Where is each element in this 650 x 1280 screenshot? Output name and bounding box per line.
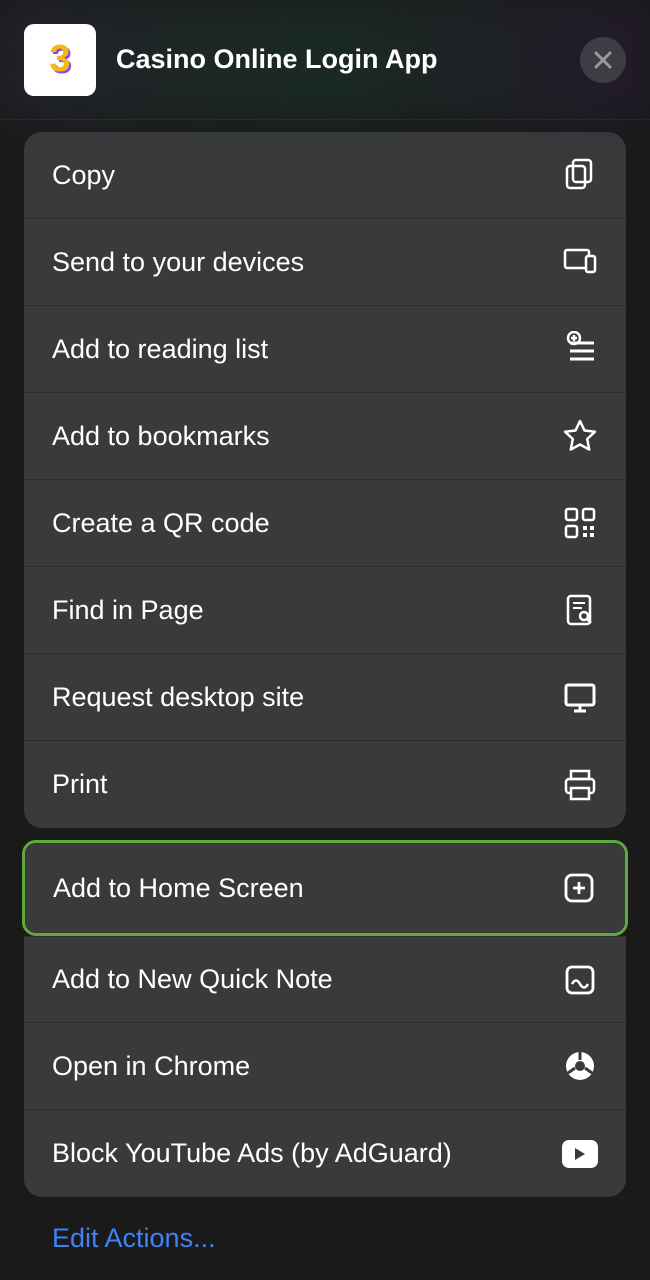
add-quick-note-action[interactable]: Add to New Quick Note <box>24 936 626 1023</box>
close-button[interactable] <box>580 37 626 83</box>
action-group-1: Copy Send to your devices Add to reading… <box>24 132 626 828</box>
add-home-screen-action[interactable]: Add to Home Screen <box>25 843 625 933</box>
star-icon <box>562 418 598 454</box>
print-action[interactable]: Print <box>24 741 626 828</box>
menu-label: Copy <box>52 160 115 191</box>
menu-label: Create a QR code <box>52 508 270 539</box>
menu-label: Block YouTube Ads (by AdGuard) <box>52 1138 452 1169</box>
qr-icon <box>562 505 598 541</box>
menu-label: Find in Page <box>52 595 204 626</box>
menu-label: Request desktop site <box>52 682 304 713</box>
menu-label: Open in Chrome <box>52 1051 250 1082</box>
action-group-2: Add to New Quick Note Open in Chrome Blo… <box>24 936 626 1197</box>
print-icon <box>562 767 598 803</box>
plus-box-icon <box>561 870 597 906</box>
youtube-icon <box>562 1136 598 1172</box>
add-bookmarks-action[interactable]: Add to bookmarks <box>24 393 626 480</box>
page-title: Casino Online Login App <box>116 44 580 75</box>
block-youtube-ads-action[interactable]: Block YouTube Ads (by AdGuard) <box>24 1110 626 1197</box>
find-page-icon <box>562 592 598 628</box>
menu-label: Add to reading list <box>52 334 268 365</box>
menu-label: Add to Home Screen <box>53 873 304 904</box>
share-sheet-header: Casino Online Login App <box>0 0 650 120</box>
chrome-icon <box>562 1048 598 1084</box>
close-icon <box>592 49 614 71</box>
menu-label: Print <box>52 769 108 800</box>
menu-label: Add to New Quick Note <box>52 964 333 995</box>
quick-note-icon <box>562 962 598 998</box>
devices-icon <box>562 244 598 280</box>
menu-label: Send to your devices <box>52 247 304 278</box>
open-chrome-action[interactable]: Open in Chrome <box>24 1023 626 1110</box>
highlighted-action-frame: Add to Home Screen <box>22 840 628 936</box>
menu-label: Add to bookmarks <box>52 421 270 452</box>
add-reading-list-action[interactable]: Add to reading list <box>24 306 626 393</box>
reading-list-icon <box>562 331 598 367</box>
desktop-icon <box>562 679 598 715</box>
create-qr-action[interactable]: Create a QR code <box>24 480 626 567</box>
copy-icon <box>562 157 598 193</box>
request-desktop-action[interactable]: Request desktop site <box>24 654 626 741</box>
edit-actions-link[interactable]: Edit Actions... <box>0 1197 650 1280</box>
app-icon <box>24 24 96 96</box>
send-to-devices-action[interactable]: Send to your devices <box>24 219 626 306</box>
copy-action[interactable]: Copy <box>24 132 626 219</box>
find-in-page-action[interactable]: Find in Page <box>24 567 626 654</box>
